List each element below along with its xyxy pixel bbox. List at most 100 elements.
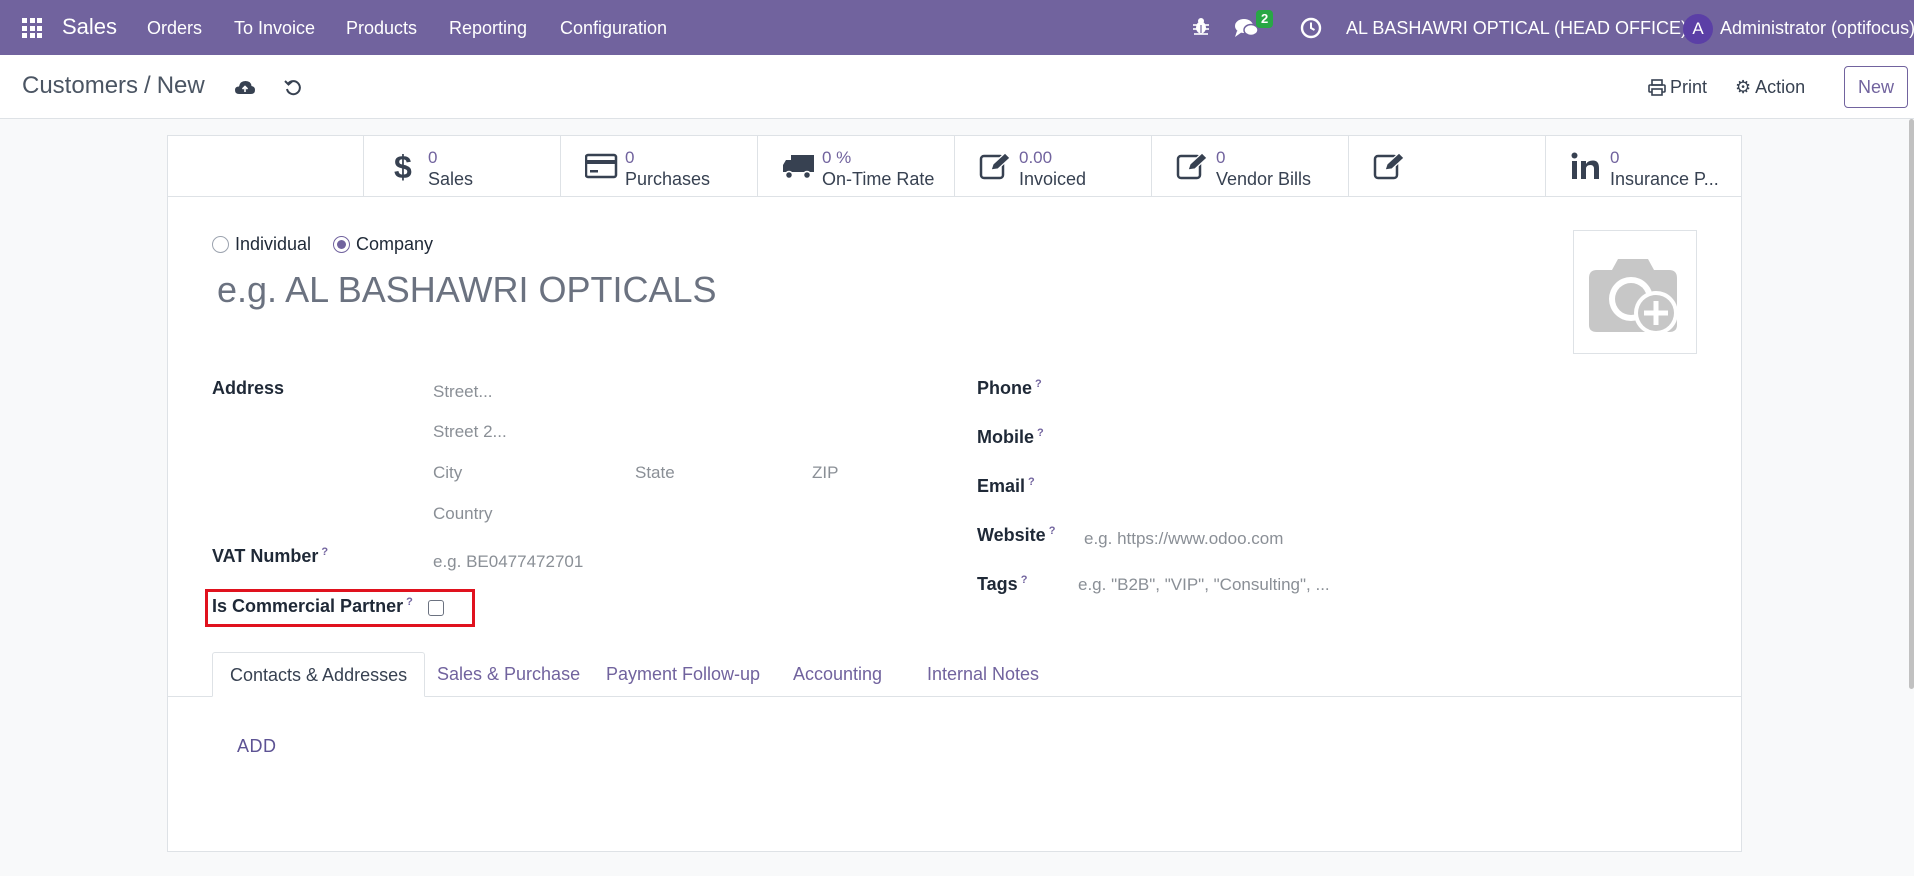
radio-individual[interactable]: Individual [212,234,311,255]
stat-extra-button[interactable] [1348,136,1545,196]
action-label: Action [1755,77,1806,97]
phone-label-text: Phone [977,378,1033,398]
menu-configuration[interactable]: Configuration [560,18,667,39]
mobile-label-text: Mobile [977,427,1034,447]
stat-value: 0 [625,148,635,167]
radio-individual-label: Individual [235,234,312,254]
new-button[interactable]: New [1844,66,1908,108]
action-button[interactable]: ⚙ Action [1735,77,1805,98]
stat-sales-button[interactable]: $ 0 Sales [363,136,560,196]
help-mark[interactable]: ? [1021,574,1028,586]
radio-company[interactable]: Company [333,234,433,255]
radio-company-circle[interactable] [333,236,350,253]
top-navbar: Sales Orders To Invoice Products Reporti… [0,0,1914,55]
printer-icon [1648,79,1666,96]
help-mark[interactable]: ? [1035,378,1042,390]
email-label: Email? [977,476,1035,497]
breadcrumb-separator: / [144,72,151,99]
clock-icon[interactable] [1300,17,1322,39]
address-label: Address [212,378,285,398]
stat-insurance-button[interactable]: 0 Insurance P... [1545,136,1741,196]
page-scrollbar[interactable] [1909,119,1914,689]
mobile-input[interactable] [1080,427,1580,451]
stat-label: Purchases [625,169,711,189]
menu-products[interactable]: Products [346,18,417,39]
stat-label: Vendor Bills [1216,169,1312,189]
breadcrumb-current: New [156,72,205,99]
stat-label: Invoiced [1019,169,1087,189]
stat-value: 0 [428,148,438,167]
vat-label: VAT Number? [212,546,328,567]
tags-label-text: Tags [977,574,1018,594]
print-label: Print [1670,77,1708,97]
stat-value: 0 [1610,148,1620,167]
website-input[interactable] [1084,527,1584,551]
add-contact-button[interactable]: ADD [237,736,277,757]
breadcrumb: Customers / New [22,72,205,100]
mobile-label: Mobile? [977,427,1044,448]
tags-input[interactable] [1078,573,1578,597]
highlight-annotation [205,589,475,627]
country-input[interactable] [433,502,833,526]
edit-icon [1373,152,1405,180]
radio-company-label: Company [356,234,434,254]
image-upload[interactable] [1573,230,1697,354]
tab-contacts-addresses[interactable]: Contacts & Addresses [212,652,426,697]
website-label-text: Website [977,525,1046,545]
zip-input[interactable] [812,461,912,485]
company-switcher[interactable]: AL BASHAWRI OPTICAL (HEAD OFFICE) [1346,18,1687,39]
vat-input[interactable] [433,550,833,574]
street2-input[interactable] [433,420,833,444]
tab-accounting[interactable]: Accounting [776,652,899,697]
control-panel: Customers / New Print ⚙ Action New [0,55,1914,119]
camera-add-icon [1589,259,1678,335]
user-menu[interactable]: Administrator (optifocus) [1720,18,1914,39]
message-count-badge: 2 [1256,10,1274,28]
state-input[interactable] [635,461,795,485]
credit-card-icon [585,153,618,179]
apps-icon[interactable] [22,18,42,38]
help-mark[interactable]: ? [1028,476,1035,488]
help-mark[interactable]: ? [1037,427,1044,439]
linkedin-icon [1571,152,1599,179]
menu-reporting[interactable]: Reporting [449,18,527,39]
tags-label: Tags? [977,574,1027,595]
phone-label: Phone? [977,378,1042,399]
stat-value: 0 % [822,148,852,167]
tab-internal-notes[interactable]: Internal Notes [910,652,1056,697]
stat-value: 0 [1216,148,1226,167]
stat-invoiced-button[interactable]: 0.00 Invoiced [954,136,1151,196]
stat-label: Insurance P... [1610,169,1719,189]
tab-sales-purchase[interactable]: Sales & Purchase [420,652,597,697]
stat-on-time-rate-button[interactable]: 0 % On-Time Rate [757,136,954,196]
notebook-tabs: Contacts & Addresses Sales & Purchase Pa… [167,652,1742,697]
stat-value: 0.00 [1019,148,1053,167]
discard-icon[interactable] [284,79,302,97]
stat-label: On-Time Rate [822,169,935,189]
edit-icon [1176,152,1208,180]
menu-orders[interactable]: Orders [147,18,202,39]
street-input[interactable] [433,380,833,404]
help-mark[interactable]: ? [1049,525,1056,537]
menu-to-invoice[interactable]: To Invoice [234,18,315,39]
svg-text:$: $ [394,151,412,181]
radio-individual-circle[interactable] [212,236,229,253]
stat-vendor-bills-button[interactable]: 0 Vendor Bills [1151,136,1348,196]
edit-icon [979,152,1011,180]
email-input[interactable] [1080,476,1580,500]
stat-label: Sales [428,169,474,189]
dollar-icon: $ [394,151,412,181]
tab-payment-follow-up[interactable]: Payment Follow-up [589,652,777,697]
city-input[interactable] [433,461,613,485]
help-mark[interactable]: ? [321,546,328,558]
truck-icon [783,155,814,180]
user-avatar[interactable]: A [1683,14,1713,44]
partner-name-input[interactable] [217,265,1017,315]
bug-icon[interactable] [1191,16,1211,36]
breadcrumb-customers[interactable]: Customers [22,72,138,99]
app-brand[interactable]: Sales [62,14,117,40]
phone-input[interactable] [1080,378,1580,402]
cloud-save-icon[interactable] [234,79,256,97]
print-button[interactable]: Print [1648,77,1707,98]
stat-purchases-button[interactable]: 0 Purchases [560,136,757,196]
